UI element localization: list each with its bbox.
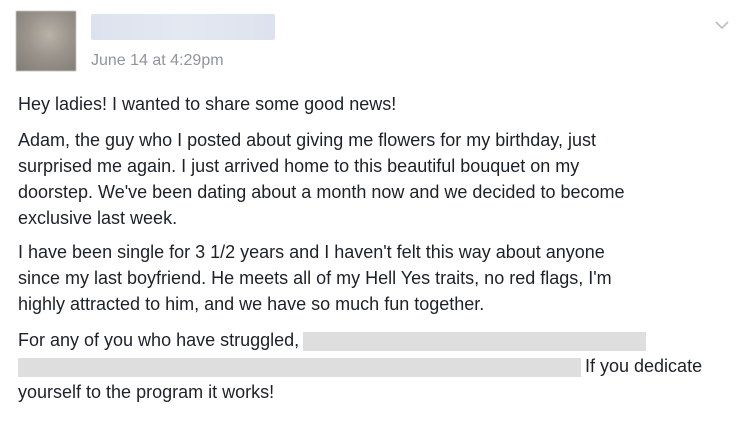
post-timestamp[interactable]: June 14 at 4:29pm xyxy=(91,51,224,71)
author-name-redacted[interactable] xyxy=(91,14,275,40)
paragraph-4-end: yourself to the program it works! xyxy=(18,382,275,402)
paragraph-4-start: For any of you who have struggled, xyxy=(18,330,300,350)
paragraph-1: Hey ladies! I wanted to share some good … xyxy=(18,94,397,114)
paragraph-2-line: doorstep. We've been dating about a mont… xyxy=(18,182,625,202)
paragraph-2-line: surprised me again. I just arrived home … xyxy=(18,156,580,176)
paragraph-3-line: I have been single for 3 1/2 years and I… xyxy=(18,242,605,262)
redacted-text xyxy=(303,331,647,351)
paragraph-4: For any of you who have struggled, If yo… xyxy=(18,327,738,405)
paragraph-4-middle: If you dedicate xyxy=(585,356,703,376)
paragraph-2: Adam, the guy who I posted about giving … xyxy=(18,127,738,231)
paragraph-2-line: Adam, the guy who I posted about giving … xyxy=(18,130,596,150)
redacted-text xyxy=(18,357,581,377)
post-body: Hey ladies! I wanted to share some good … xyxy=(18,91,738,405)
avatar[interactable] xyxy=(16,11,76,71)
paragraph-2-line: exclusive last week. xyxy=(18,208,178,228)
paragraph-3: I have been single for 3 1/2 years and I… xyxy=(18,239,738,317)
paragraph-3-line: since my last boyfriend. He meets all of… xyxy=(18,268,612,288)
paragraph-3-line: highly attracted to him, and we have so … xyxy=(18,294,485,314)
chevron-down-icon[interactable] xyxy=(714,17,730,33)
